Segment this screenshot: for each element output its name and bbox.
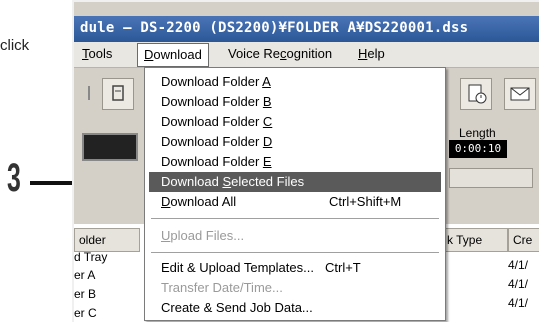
- menu-item-download-folder-a[interactable]: Download Folder A: [149, 72, 441, 92]
- click-instruction-text: click: [0, 37, 30, 54]
- schedule-button[interactable]: [460, 78, 492, 110]
- menu-item-transfer-date-time: Transfer Date/Time...: [149, 278, 441, 298]
- item-text: ownload All: [170, 194, 237, 209]
- menu-help-accel: H: [358, 46, 368, 61]
- app-window: dule – DS-2200 (DS2200)¥FOLDER A¥DS22000…: [72, 0, 539, 322]
- menu-voice-rest: ognition: [286, 46, 333, 61]
- info-field: [449, 168, 533, 188]
- item-text: Download Folder: [161, 114, 263, 129]
- menu-separator: [151, 252, 439, 253]
- folder-b[interactable]: er B: [74, 287, 96, 301]
- menu-item-download-selected-files[interactable]: Download Selected Files: [149, 172, 441, 192]
- header-folder[interactable]: older: [74, 228, 140, 252]
- item-accel: S: [222, 174, 232, 189]
- item-text: Create & Send Job Data...: [161, 300, 313, 315]
- menu-tools[interactable]: Tools: [76, 46, 118, 64]
- menu-voice-pre: Voice Re: [228, 46, 281, 61]
- item-accel: D: [161, 194, 171, 209]
- menu-item-download-folder-e[interactable]: Download Folder E: [149, 152, 441, 172]
- item-text: Download Folder: [161, 134, 263, 149]
- item-accel: E: [262, 154, 272, 169]
- folder-a[interactable]: er A: [74, 268, 95, 282]
- item-accel: D: [262, 134, 273, 149]
- menu-item-download-folder-b[interactable]: Download Folder B: [149, 92, 441, 112]
- item-text: Download Folder: [161, 94, 263, 109]
- menu-tools-rest: ools: [88, 46, 113, 61]
- stop-button[interactable]: [82, 133, 138, 161]
- menu-bar: Tools Download Voice Recognition Help: [74, 42, 539, 68]
- mail-button[interactable]: [504, 78, 536, 110]
- date-cell: 4/1/: [508, 296, 529, 310]
- header-created[interactable]: Cre: [508, 228, 539, 252]
- clock-document-icon: [468, 84, 487, 104]
- item-shortcut: Ctrl+T: [325, 260, 361, 275]
- menu-help[interactable]: Help: [352, 46, 391, 64]
- menu-download-rest: ownload: [153, 47, 202, 62]
- menu-item-download-folder-d[interactable]: Download Folder D: [149, 132, 441, 152]
- item-text: Transfer Date/Time...: [161, 280, 283, 295]
- folder-c[interactable]: er C: [74, 306, 97, 320]
- length-value: 0:00:10: [449, 140, 507, 158]
- item-accel: U: [161, 228, 171, 243]
- toolbar-partial-icon: [88, 86, 98, 100]
- item-shortcut: Ctrl+Shift+M: [329, 194, 402, 209]
- item-accel: C: [262, 114, 273, 129]
- folder-tray[interactable]: d Tray: [74, 250, 107, 264]
- item-accel: B: [262, 94, 272, 109]
- date-cell: 4/1/: [508, 258, 529, 272]
- clip-icon: [112, 85, 124, 101]
- header-task-type[interactable]: k Type: [442, 228, 508, 252]
- item-text: Download Folder: [161, 74, 263, 89]
- menu-download[interactable]: Download: [137, 43, 209, 67]
- window-title: dule – DS-2200 (DS2200)¥FOLDER A¥DS22000…: [80, 20, 469, 36]
- menu-separator: [151, 218, 439, 219]
- download-dropdown-menu: Download Folder A Download Folder B Down…: [144, 67, 446, 321]
- menu-help-rest: elp: [367, 46, 385, 61]
- title-bar: dule – DS-2200 (DS2200)¥FOLDER A¥DS22000…: [74, 16, 539, 42]
- item-accel: A: [262, 74, 271, 89]
- menu-item-download-all[interactable]: Download All Ctrl+Shift+M: [149, 192, 441, 212]
- item-text: pload Files...: [170, 228, 245, 243]
- item-text: Edit & Upload Templates...: [161, 260, 314, 275]
- menu-item-upload-files: Upload Files...: [149, 226, 441, 246]
- item-text: Download: [161, 174, 223, 189]
- menu-item-download-folder-c[interactable]: Download Folder C: [149, 112, 441, 132]
- menu-item-create-send-job-data[interactable]: Create & Send Job Data...: [149, 298, 441, 318]
- item-text: Download Folder: [161, 154, 263, 169]
- envelope-icon: [510, 87, 530, 101]
- step-number: 3: [7, 156, 21, 200]
- toolbar-button[interactable]: [102, 78, 134, 110]
- menu-download-accel: D: [144, 47, 154, 62]
- length-label: Length: [459, 126, 496, 140]
- item-text: elected Files: [231, 174, 305, 189]
- menu-voice-recognition[interactable]: Voice Recognition: [222, 46, 338, 64]
- date-cell: 4/1/: [508, 277, 529, 291]
- menu-item-edit-upload-templates[interactable]: Edit & Upload Templates... Ctrl+T: [149, 258, 441, 278]
